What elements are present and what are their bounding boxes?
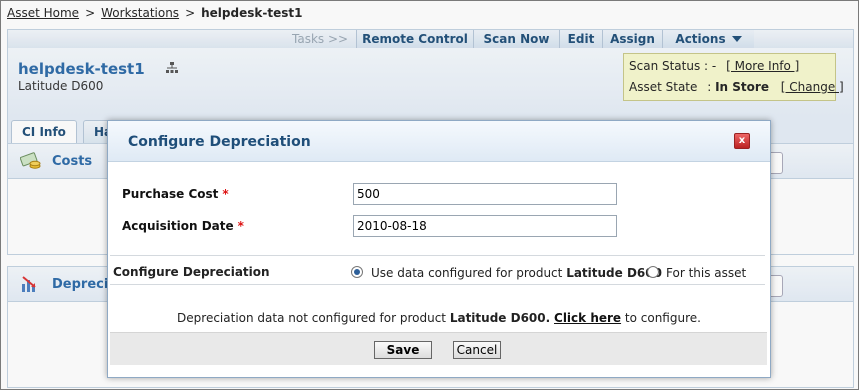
configure-depreciation-dialog: Configure Depreciation x Purchase Cost * … (107, 120, 771, 378)
divider (110, 255, 765, 256)
message-prefix: Depreciation data not configured for pro… (177, 311, 446, 325)
purchase-cost-input[interactable] (353, 183, 617, 205)
configure-link[interactable]: Click here (554, 311, 621, 325)
acquisition-date-label-text: Acquisition Date (122, 219, 234, 233)
acquisition-date-label: Acquisition Date * (122, 219, 244, 233)
message-product: Latitude D600. (449, 311, 551, 325)
required-marker: * (237, 219, 244, 233)
configure-depreciation-label: Configure Depreciation (113, 265, 270, 279)
acquisition-date-input[interactable] (353, 215, 617, 237)
close-icon[interactable]: x (734, 133, 750, 149)
dialog-header: Configure Depreciation x (108, 121, 770, 162)
depreciation-message: Depreciation data not configured for pro… (108, 311, 770, 325)
required-marker: * (222, 187, 229, 201)
purchase-cost-label: Purchase Cost * (122, 187, 229, 201)
dialog-title: Configure Depreciation (128, 134, 311, 150)
asset-details-page: Asset Home > Workstations > helpdesk-test1 T… (0, 0, 859, 390)
purchase-cost-label-text: Purchase Cost (122, 187, 219, 201)
message-suffix: to configure. (624, 311, 701, 325)
divider (110, 284, 765, 285)
dialog-button-bar: Save Cancel (110, 332, 767, 365)
option-product-text: Use data configured for product (371, 266, 563, 280)
cancel-button[interactable]: Cancel (453, 341, 501, 359)
radio-use-product-data[interactable] (351, 266, 363, 278)
radio-use-product-data-label[interactable]: Use data configured for product Latitude… (371, 266, 662, 280)
save-button[interactable]: Save (374, 341, 432, 359)
radio-for-this-asset[interactable] (647, 266, 659, 278)
radio-for-this-asset-label[interactable]: For this asset (666, 266, 746, 280)
